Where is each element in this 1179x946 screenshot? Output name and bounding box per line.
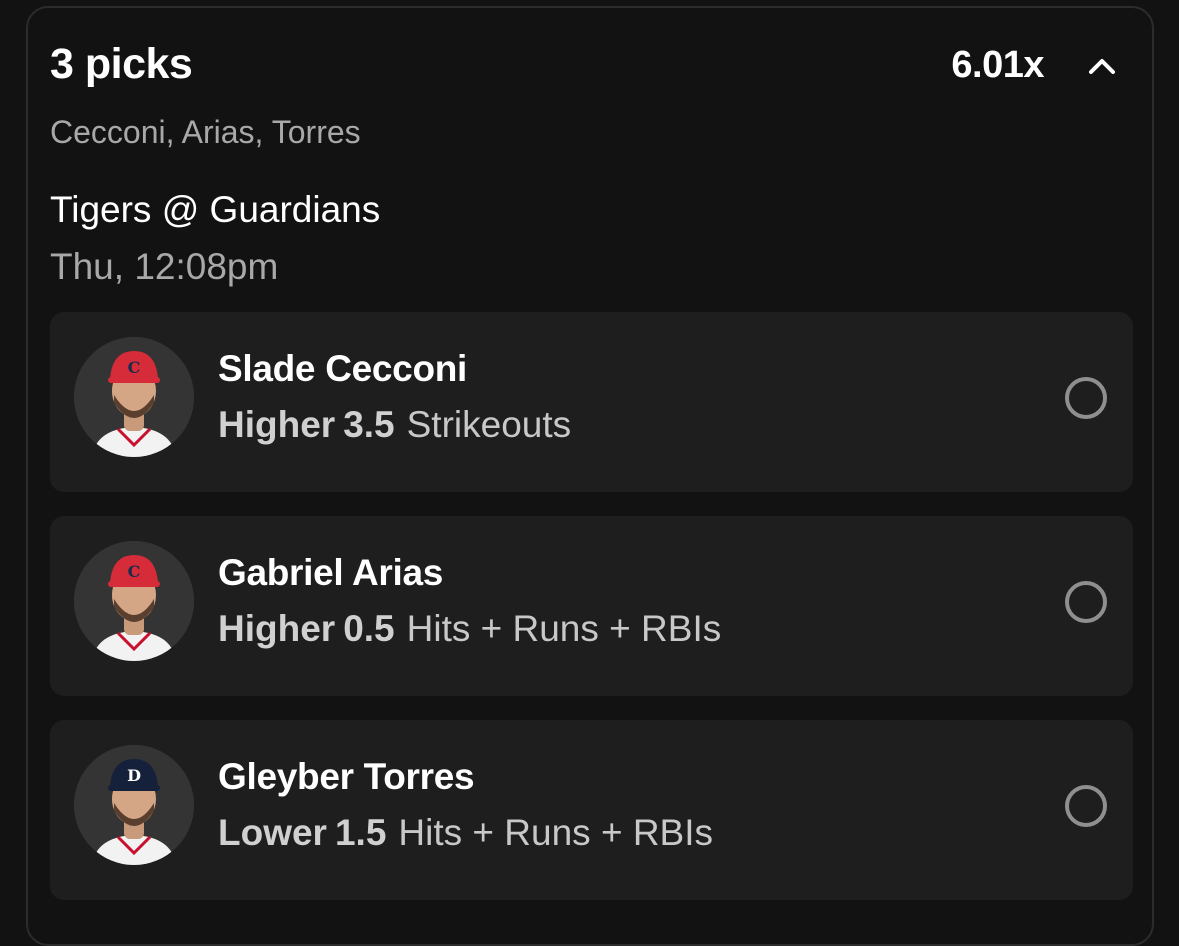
projection-line: Higher 0.5 Hits + Runs + RBIs xyxy=(218,608,721,650)
player-name: Gabriel Arias xyxy=(218,552,444,593)
stat-category: Hits + Runs + RBIs xyxy=(406,608,722,649)
player-avatar: C xyxy=(74,337,194,457)
radio-circle-icon[interactable] xyxy=(1065,785,1107,827)
pick-direction: Higher xyxy=(218,608,336,649)
pick-direction: Higher xyxy=(218,404,336,445)
projection-line: Lower 1.5 Hits + Runs + RBIs xyxy=(218,812,713,854)
pick-row[interactable]: D Gleyber Torres Lower 1.5 Hits + Runs + R… xyxy=(50,720,1133,900)
team-logo-letter: C xyxy=(128,358,141,377)
team-logo-letter: C xyxy=(128,562,141,581)
radio-circle-icon[interactable] xyxy=(1065,581,1107,623)
player-name: Slade Cecconi xyxy=(218,348,468,389)
team-logo-letter: D xyxy=(127,766,141,785)
pick-card: 3 picks 6.01x Cecconi, Arias, Torres Tig… xyxy=(26,6,1154,946)
payout-multiplier: 6.01x xyxy=(951,44,1044,86)
stat-category: Hits + Runs + RBIs xyxy=(398,812,714,853)
pick-direction: Lower xyxy=(218,812,327,853)
radio-circle-icon[interactable] xyxy=(1065,377,1107,419)
projection-line: Higher 3.5 Strikeouts xyxy=(218,404,571,446)
player-name: Gleyber Torres xyxy=(218,756,475,797)
pick-line-value: 0.5 xyxy=(343,608,395,649)
picks-count-title: 3 picks xyxy=(50,40,193,88)
player-avatar: D xyxy=(74,745,194,865)
game-matchup: Tigers @ Guardians xyxy=(50,189,381,230)
stat-category: Strikeouts xyxy=(406,404,572,445)
players-summary: Cecconi, Arias, Torres xyxy=(50,114,361,150)
pick-row[interactable]: C Slade Cecconi Higher 3.5 Strikeouts xyxy=(50,312,1133,492)
chevron-up-icon[interactable] xyxy=(1082,46,1122,86)
pick-line-value: 1.5 xyxy=(334,812,387,853)
pick-row[interactable]: C Gabriel Arias Higher 0.5 Hits + Runs + R… xyxy=(50,516,1133,696)
pick-line-value: 3.5 xyxy=(343,404,395,445)
game-time: Thu, 12:08pm xyxy=(50,246,279,287)
player-avatar: C xyxy=(74,541,194,661)
